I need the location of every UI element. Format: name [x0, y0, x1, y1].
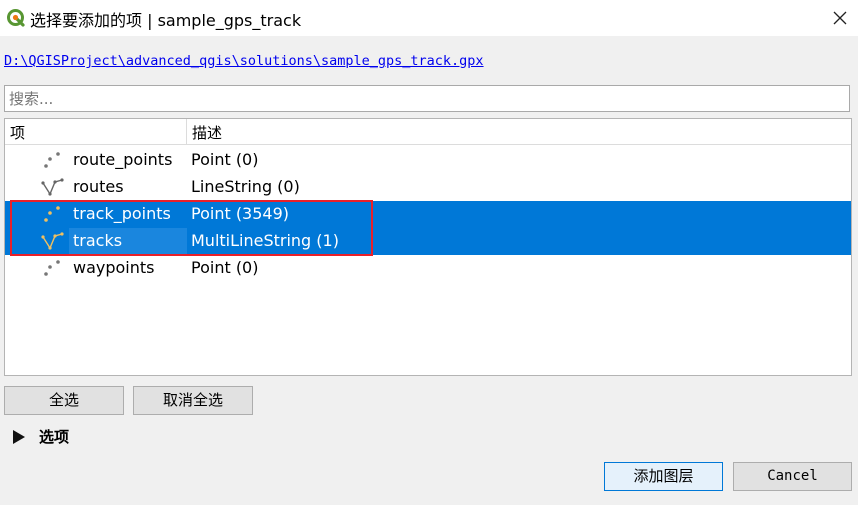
column-header-description-label: 描述 [192, 124, 223, 142]
point-layer-icon [44, 206, 60, 222]
line-layer-icon [41, 178, 64, 196]
point-layer-icon [44, 260, 60, 276]
layer-row-tracks[interactable]: tracks MultiLineString (1) [5, 228, 851, 255]
layer-name: waypoints [73, 258, 155, 277]
source-path-link[interactable]: D:\QGISProject\advanced_qgis\solutions\s… [4, 53, 484, 69]
layer-row-track-points[interactable]: track_points Point (3549) [5, 201, 851, 228]
table-header: 项 描述 [5, 119, 851, 145]
layer-list: 项 描述 route_points Point (0) routes LineS… [4, 118, 852, 376]
layer-row-routes[interactable]: routes LineString (0) [5, 174, 851, 201]
select-all-button[interactable]: 全选 [4, 386, 124, 415]
window-title: 选择要添加的项 | sample_gps_track [30, 11, 302, 30]
layer-description: Point (3549) [191, 204, 290, 223]
column-header-item-label: 项 [10, 124, 26, 142]
layer-row-route-points[interactable]: route_points Point (0) [5, 147, 851, 174]
layer-description: Point (0) [191, 258, 259, 277]
point-layer-icon [44, 152, 60, 168]
column-header-description[interactable]: 描述 [187, 119, 851, 144]
close-icon [833, 11, 847, 25]
layer-name: route_points [73, 150, 173, 169]
layer-description: Point (0) [191, 150, 259, 169]
line-layer-icon [41, 232, 64, 250]
layer-name: track_points [73, 204, 171, 223]
expand-arrow-icon[interactable] [10, 427, 30, 447]
search-input[interactable] [4, 85, 850, 112]
options-section-label[interactable]: 选项 [39, 426, 69, 447]
column-header-item[interactable]: 项 [5, 119, 187, 144]
cancel-button[interactable]: Cancel [733, 462, 852, 491]
deselect-all-button[interactable]: 取消全选 [133, 386, 253, 415]
qgis-logo-icon [7, 9, 25, 27]
layer-row-waypoints[interactable]: waypoints Point (0) [5, 255, 851, 282]
layer-name: tracks [73, 231, 123, 250]
layer-description: LineString (0) [191, 177, 300, 196]
add-layers-button[interactable]: 添加图层 [604, 462, 723, 491]
close-button[interactable] [826, 4, 854, 32]
title-bar: 选择要添加的项 | sample_gps_track [0, 0, 858, 36]
layer-name: routes [73, 177, 124, 196]
layer-description: MultiLineString (1) [191, 231, 339, 250]
